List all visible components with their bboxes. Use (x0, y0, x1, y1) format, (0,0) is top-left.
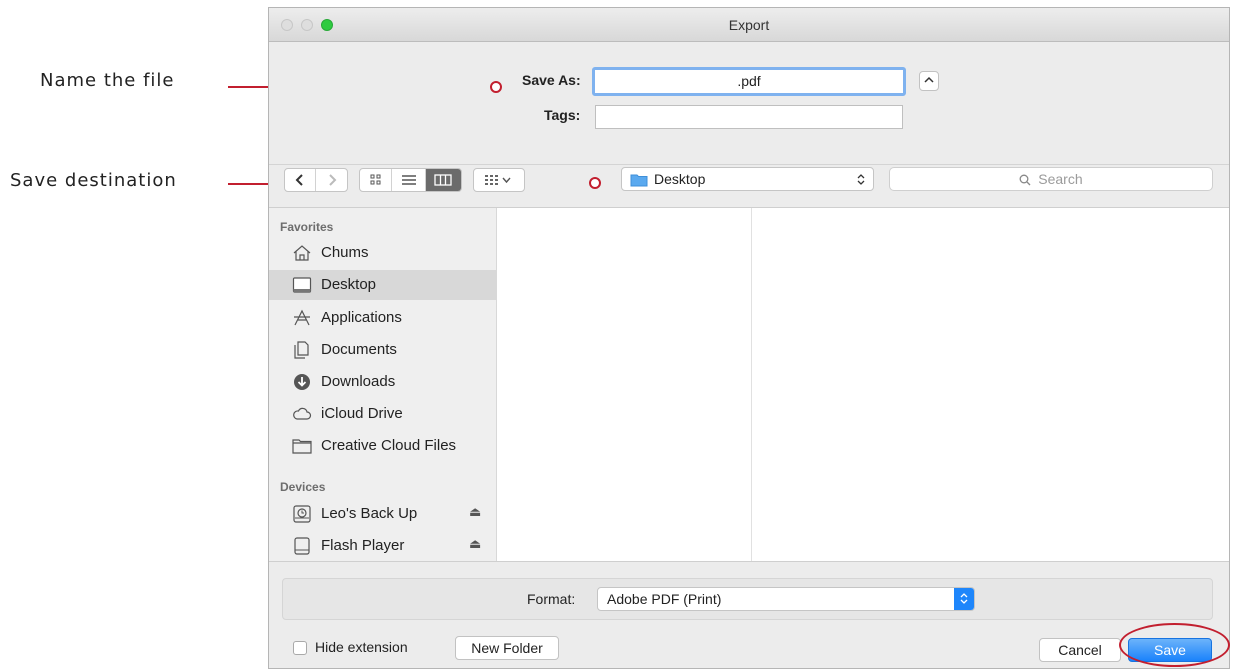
chevron-right-icon (328, 174, 336, 186)
annotation-save-destination: Save destination (10, 170, 177, 191)
applications-icon (294, 309, 310, 326)
sidebar-item-chums[interactable]: Chums (269, 238, 496, 268)
sidebar-item-creative-cloud-files[interactable]: Creative Cloud Files (269, 431, 496, 461)
sidebar-item-label: Chums (321, 244, 369, 261)
arrange-control[interactable] (473, 168, 525, 192)
hide-extension-label[interactable]: Hide extension (315, 639, 408, 655)
format-popup[interactable]: Adobe PDF (Print) (597, 587, 975, 611)
annotation-name-the-file: Name the file (40, 70, 175, 91)
sidebar-item-desktop[interactable]: Desktop (269, 270, 496, 300)
chevron-up-icon (924, 76, 934, 83)
devices-heading: Devices (280, 480, 326, 494)
search-placeholder: Search (1038, 171, 1083, 187)
sidebar-item-label: Documents (321, 341, 397, 358)
chevron-left-icon (295, 174, 303, 186)
forward-button[interactable] (316, 169, 347, 191)
column-divider[interactable] (751, 208, 752, 561)
hide-extension-checkbox[interactable] (293, 641, 307, 655)
downloads-icon (294, 374, 310, 390)
icon-view-button[interactable] (360, 169, 393, 191)
export-dialog: Export Save As: .pdf Tags: Desktop Searc… (268, 7, 1230, 669)
format-panel: Format: Adobe PDF (Print) (282, 578, 1213, 620)
format-popup-stepper (954, 588, 974, 610)
time-machine-icon (293, 505, 311, 523)
new-folder-button[interactable]: New Folder (455, 636, 559, 660)
sidebar-item-label: Desktop (321, 276, 377, 293)
sidebar-item-flash-player[interactable]: Flash Player ⏏ (269, 531, 496, 561)
cancel-button[interactable]: Cancel (1039, 638, 1121, 662)
annotation-marker-name (490, 81, 502, 93)
documents-icon (294, 341, 309, 359)
group-arrange-button[interactable] (474, 169, 524, 191)
search-icon (1019, 174, 1031, 186)
sidebar: Favorites Chums Desktop Applications Doc… (269, 208, 497, 561)
folder-icon (630, 174, 648, 187)
sidebar-item-downloads[interactable]: Downloads (269, 367, 496, 397)
expand-dialog-button[interactable] (919, 71, 939, 91)
desktop-icon (292, 277, 312, 293)
sidebar-item-label: Downloads (321, 373, 396, 390)
up-down-chevron-icon (960, 593, 968, 604)
grid-arrange-icon (485, 175, 511, 185)
sidebar-item-label: Applications (321, 309, 402, 326)
home-icon (293, 245, 311, 261)
up-down-chevron-icon (857, 174, 865, 185)
column-view-icon (434, 174, 452, 186)
folder-icon (292, 439, 312, 454)
back-button[interactable] (285, 169, 317, 191)
sidebar-item-applications[interactable]: Applications (269, 303, 496, 333)
cloud-icon (293, 407, 312, 420)
save-as-input[interactable]: .pdf (592, 67, 906, 96)
title-bar: Export (269, 8, 1229, 42)
tags-label: Tags: (544, 107, 581, 123)
annotation-save-highlight (1119, 623, 1230, 667)
window-title: Export (728, 17, 770, 33)
sidebar-item-leos-back-up[interactable]: Leo's Back Up ⏏ (269, 499, 496, 529)
view-mode-control (359, 168, 462, 192)
toolbar-divider (269, 164, 1229, 165)
location-popup[interactable]: Desktop (621, 167, 874, 191)
icon-view-icon (370, 174, 381, 185)
sidebar-item-label: Flash Player (321, 537, 405, 554)
sidebar-item-documents[interactable]: Documents (269, 335, 496, 365)
sidebar-item-label: Leo's Back Up (321, 505, 418, 522)
list-view-button[interactable] (392, 169, 426, 191)
annotation-marker-destination (589, 177, 601, 189)
eject-icon[interactable]: ⏏ (469, 504, 481, 520)
search-field[interactable]: Search (889, 167, 1213, 191)
sidebar-item-label: Creative Cloud Files (321, 437, 457, 454)
location-value: Desktop (654, 171, 706, 187)
sidebar-item-icloud-drive[interactable]: iCloud Drive (269, 399, 496, 429)
back-forward-control (284, 168, 348, 192)
format-label: Format: (527, 591, 576, 607)
tags-input[interactable] (595, 105, 903, 129)
save-as-label: Save As: (522, 72, 581, 88)
file-browser: Favorites Chums Desktop Applications Doc… (269, 207, 1229, 562)
list-view-icon (401, 175, 416, 185)
sidebar-item-label: iCloud Drive (321, 405, 403, 422)
favorites-heading: Favorites (280, 220, 334, 234)
format-value: Adobe PDF (Print) (607, 591, 722, 607)
eject-icon[interactable]: ⏏ (469, 536, 481, 552)
disk-icon (294, 537, 310, 555)
column-view-button[interactable] (425, 169, 461, 191)
